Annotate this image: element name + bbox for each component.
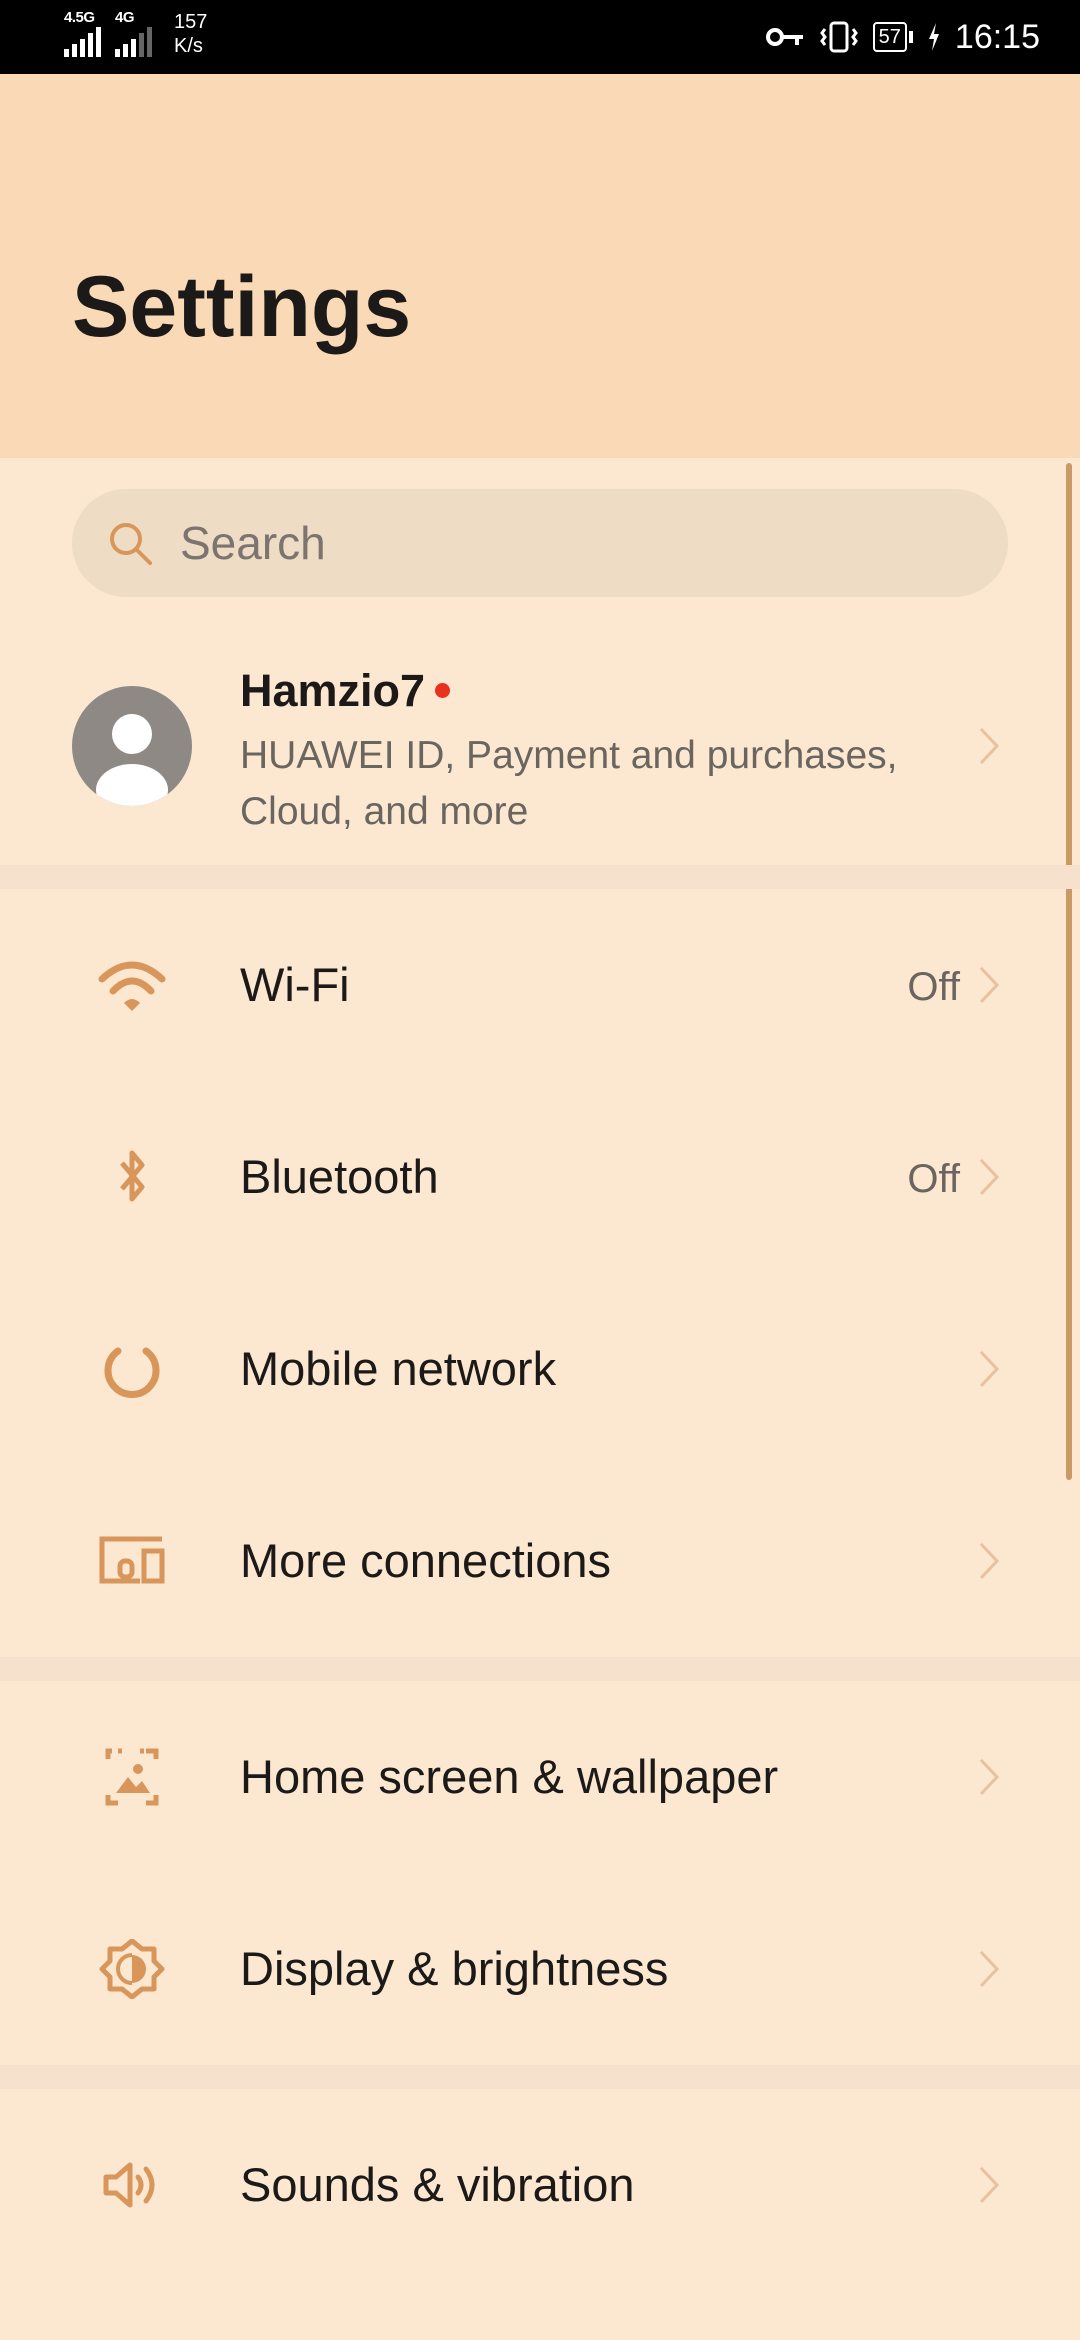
wifi-icon [98,961,166,1011]
bluetooth-status: Off [907,1157,960,1201]
signal-bars-icon [64,27,101,57]
brightness-icon [99,1939,165,1999]
person-icon [96,714,168,806]
more-connections-icon [99,1536,165,1584]
settings-header: Settings [0,74,1080,458]
battery-icon: 57 [872,22,913,52]
wifi-row[interactable]: Wi-Fi Off [0,889,1080,1081]
wallpaper-icon [105,1748,159,1806]
bluetooth-label: Bluetooth [240,1150,439,1203]
more-connections-row[interactable]: More connections [0,1465,1080,1657]
sounds-vibration-row[interactable]: Sounds & vibration [0,2089,1080,2281]
speaker-icon [103,2162,155,2208]
home-screen-wallpaper-label: Home screen & wallpaper [240,1750,779,1803]
account-row[interactable]: Hamzio7 HUAWEI ID, Payment and purchases… [0,640,1080,865]
search-bar[interactable]: Search [72,489,1008,597]
section-divider [0,1657,1080,1681]
account-subtitle: HUAWEI ID, Payment and purchases, Cloud,… [240,734,898,833]
search-icon [110,523,152,565]
account-name: Hamzio7 [240,665,426,716]
wifi-status: Off [907,965,960,1009]
section-divider [0,2065,1080,2089]
display-brightness-label: Display & brightness [240,1942,669,1995]
vpn-key-icon [765,28,803,46]
chevron-right-icon [979,1950,1000,1988]
chevron-right-icon [979,1350,1000,1388]
mobile-network-label: Mobile network [240,1342,557,1395]
chevron-right-icon [979,2166,1000,2204]
network-speed: 157 K/s [174,11,208,57]
section-divider [0,865,1080,889]
chevron-right-icon [979,727,1000,765]
search-placeholder[interactable]: Search [180,517,326,569]
sounds-vibration-label: Sounds & vibration [240,2158,635,2211]
notification-dot [435,682,451,698]
clock: 16:15 [954,17,1040,56]
sim2-signal: 4G [115,10,152,57]
mobile-network-row[interactable]: Mobile network [0,1273,1080,1465]
chevron-right-icon [979,1758,1000,1796]
wifi-label: Wi-Fi [240,958,350,1011]
chevron-right-icon [979,1542,1000,1580]
chevron-right-icon [979,966,1000,1004]
mobile-network-icon [104,1347,160,1398]
home-screen-wallpaper-row[interactable]: Home screen & wallpaper [0,1681,1080,1873]
bluetooth-row[interactable]: Bluetooth Off [0,1081,1080,1273]
sim1-signal: 4.5G [64,10,101,57]
charging-icon [928,23,939,51]
vibrate-icon [819,21,858,53]
avatar [72,686,192,806]
display-brightness-row[interactable]: Display & brightness [0,1873,1080,2065]
signal-bars-icon [115,27,152,57]
more-connections-label: More connections [240,1534,611,1587]
page-title: Settings [72,259,412,355]
status-bar: 4.5G 4G 157 K/s 57 16:15 [0,0,1080,74]
chevron-right-icon [979,1158,1000,1196]
bluetooth-icon [120,1150,145,1202]
